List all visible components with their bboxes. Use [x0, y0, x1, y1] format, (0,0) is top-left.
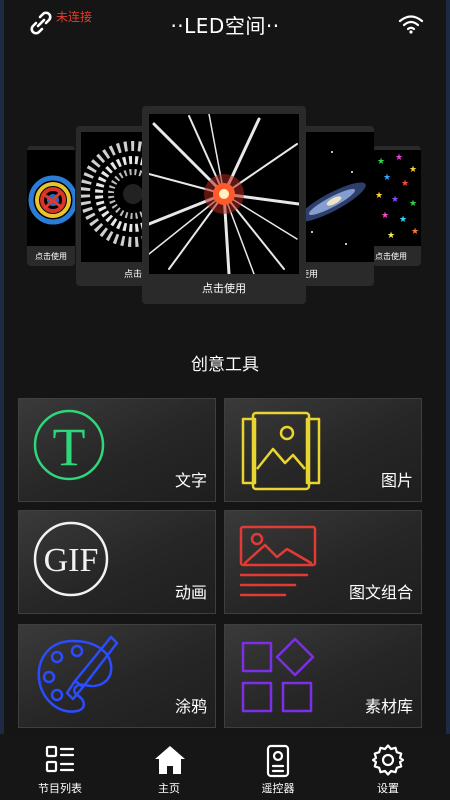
- letter-t-icon: T: [33, 409, 105, 481]
- home-icon: [155, 746, 185, 774]
- svg-text:★: ★: [411, 227, 419, 237]
- nav-item-remote[interactable]: 遥控器: [238, 734, 318, 800]
- card-caption: 点击使用: [202, 282, 246, 295]
- gear-icon: [372, 744, 404, 776]
- gif-icon: GIF: [33, 521, 109, 597]
- palette-icon: [37, 635, 119, 713]
- program-list-icon: [45, 745, 75, 773]
- page-title: ··LED空间··: [170, 14, 280, 38]
- svg-text:★: ★: [409, 165, 417, 175]
- effect-thumbnail-galaxy: [302, 132, 374, 262]
- svg-text:★: ★: [391, 195, 399, 205]
- carousel-card[interactable]: 使用: [296, 126, 374, 286]
- tool-label: 文字: [174, 471, 207, 490]
- nav-item-home[interactable]: 主页: [129, 734, 209, 800]
- nav-item-settings[interactable]: 设置: [348, 734, 428, 800]
- nav-label: 设置: [377, 782, 399, 795]
- tool-doodle[interactable]: 涂鸦: [18, 624, 216, 728]
- tool-image-text[interactable]: 图文组合: [224, 510, 422, 614]
- effects-carousel[interactable]: 点击使用 ★ ★ ★ ★ ★ ★ ★ ★ ★ ★ ★ ★ 点击使用 点击 使用 …: [0, 100, 450, 310]
- effect-thumbnail-rings: [27, 150, 75, 246]
- carousel-card[interactable]: 点击使用: [27, 146, 75, 266]
- nav-label: 主页: [158, 782, 180, 795]
- carousel-card[interactable]: ★ ★ ★ ★ ★ ★ ★ ★ ★ ★ ★ ★ 点击使用: [373, 146, 421, 266]
- card-caption: 点击使用: [375, 252, 407, 261]
- svg-text:★: ★: [387, 231, 395, 241]
- wifi-icon[interactable]: [398, 14, 424, 34]
- card-caption: 点击使用: [35, 252, 67, 261]
- tool-label: 涂鸦: [174, 697, 207, 716]
- tool-label: 图文组合: [348, 583, 413, 602]
- tool-label: 素材库: [364, 697, 413, 716]
- svg-text:GIF: GIF: [44, 542, 99, 579]
- svg-text:★: ★: [395, 153, 403, 163]
- svg-text:★: ★: [399, 215, 407, 225]
- tool-image[interactable]: 图片: [224, 398, 422, 502]
- svg-text:★: ★: [383, 173, 391, 183]
- svg-text:★: ★: [401, 179, 409, 189]
- section-title: 创意工具: [191, 355, 259, 375]
- card-caption: 使用: [300, 270, 319, 280]
- svg-text:T: T: [53, 417, 86, 477]
- shapes-grid-icon: [241, 637, 315, 713]
- carousel-card-active[interactable]: 点击使用: [142, 106, 306, 304]
- nav-label: 遥控器: [261, 782, 295, 795]
- tool-library[interactable]: 素材库: [224, 624, 422, 728]
- remote-icon: [266, 744, 290, 778]
- svg-text:★: ★: [375, 191, 383, 201]
- nav-label: 节目列表: [38, 782, 82, 795]
- image-text-icon: [239, 525, 317, 597]
- svg-text:★: ★: [377, 157, 385, 167]
- tool-label: 图片: [380, 471, 413, 490]
- tool-animation[interactable]: GIF 动画: [18, 510, 216, 614]
- svg-text:★: ★: [409, 199, 417, 209]
- effect-thumbnail-stars: ★ ★ ★ ★ ★ ★ ★ ★ ★ ★ ★ ★: [373, 150, 421, 246]
- header: 未连接 ··LED空间··: [0, 0, 450, 50]
- tool-text[interactable]: T 文字: [18, 398, 216, 502]
- svg-text:★: ★: [381, 211, 389, 221]
- effect-thumbnail-starburst: [149, 114, 299, 274]
- bottom-nav: 节目列表 主页 遥控器 设置: [0, 734, 450, 800]
- image-icon: [241, 411, 321, 491]
- tool-label: 动画: [174, 583, 207, 602]
- nav-item-program-list[interactable]: 节目列表: [20, 734, 100, 800]
